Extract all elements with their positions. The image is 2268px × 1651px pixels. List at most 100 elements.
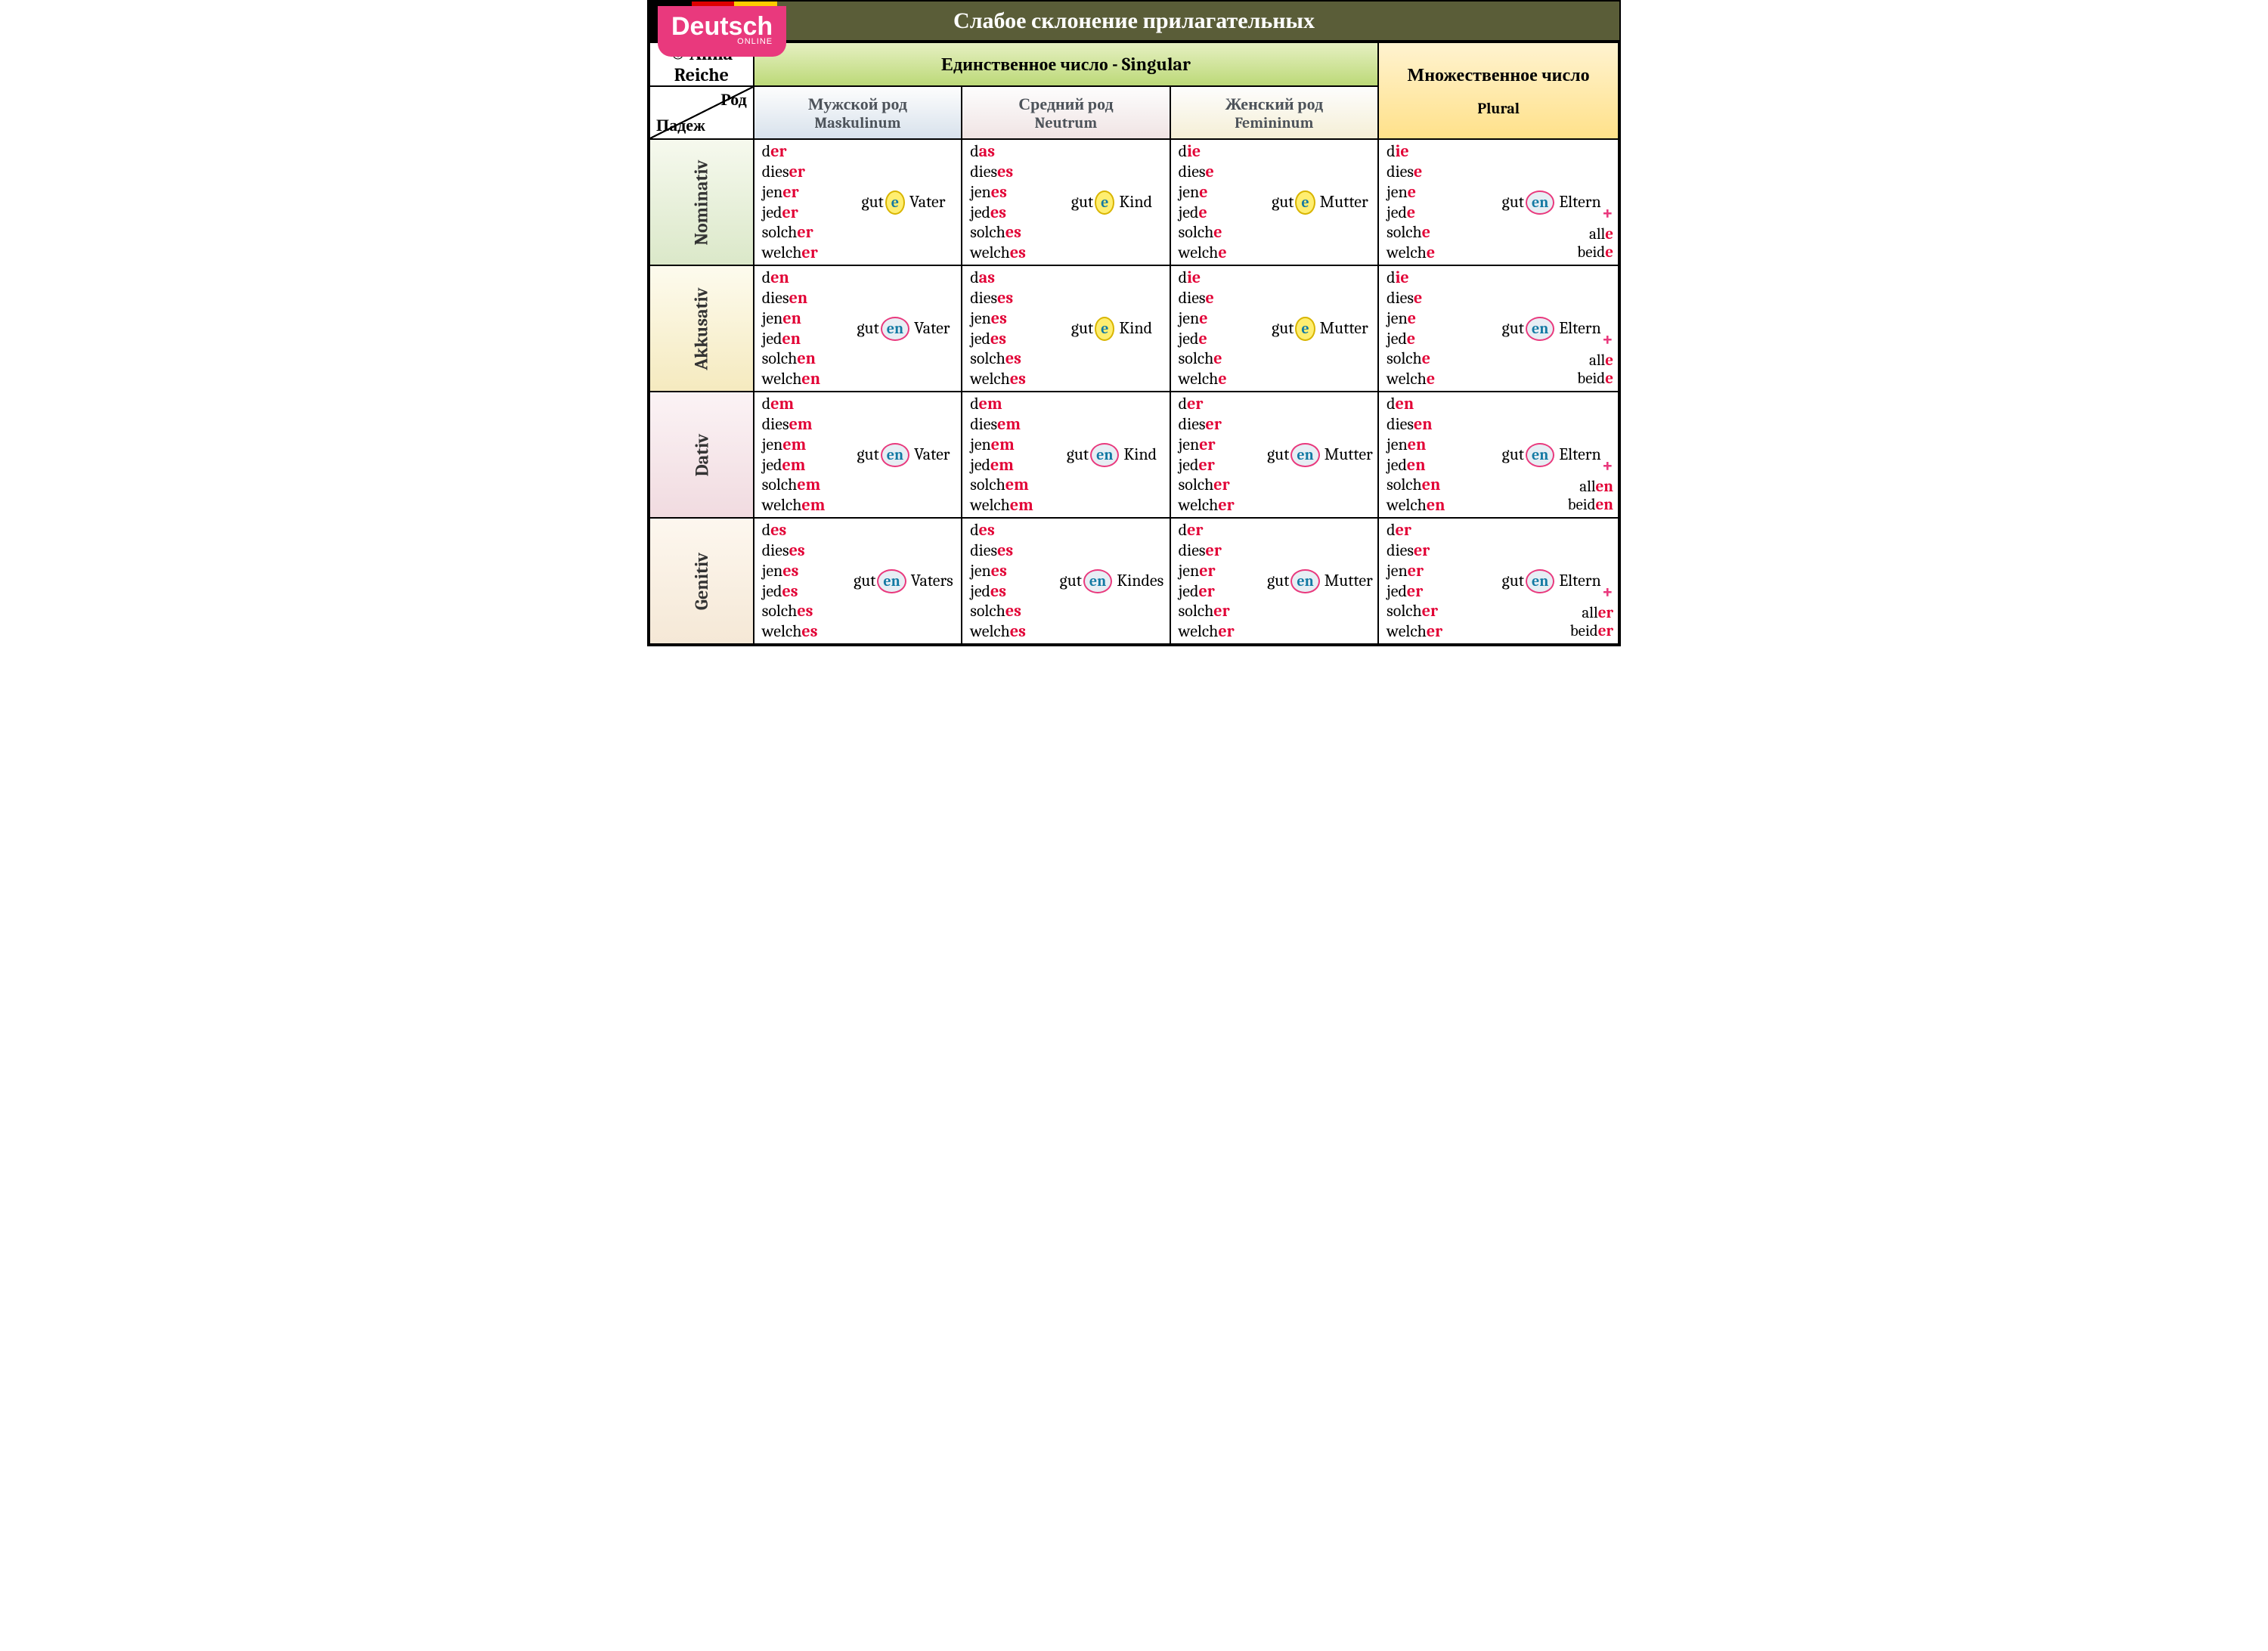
adjective-phrase: guteMutter: [1267, 317, 1373, 341]
plus-block: +allerbeider: [1570, 581, 1613, 640]
determiner: den: [762, 268, 850, 288]
determiner: solcher: [1179, 601, 1267, 621]
determiner: jeder: [762, 203, 850, 223]
declension-table: © Anna Reiche Единственное число - Singu…: [649, 42, 1619, 645]
determiner: jenes: [970, 561, 1058, 581]
determiner: dieser: [762, 162, 850, 182]
page-title: Слабое склонение прилагательных: [953, 8, 1315, 34]
determiner: welchem: [970, 495, 1058, 516]
ending-bubble: en: [1526, 317, 1554, 341]
determiner: dieser: [1387, 541, 1489, 561]
adjective-phrase: guteMutter: [1267, 190, 1373, 215]
determiner: solche: [1179, 348, 1267, 369]
determiner: welches: [970, 369, 1058, 389]
determiner-list: demdiesemjenemjedemsolchemwelchem: [762, 394, 850, 516]
determiner: welche: [1179, 243, 1267, 263]
determiner: jedes: [970, 329, 1058, 349]
determiner-list: demdiesemjenemjedemsolchemwelchem: [970, 394, 1058, 516]
determiner: die: [1387, 141, 1489, 162]
determiner-list: derdieserjenerjedersolcherwelcher: [1179, 520, 1267, 642]
determiner-list: derdieserjenerjedersolcherwelcher: [762, 141, 850, 263]
ending-bubble: en: [1290, 569, 1319, 593]
determiner: jenen: [1387, 435, 1489, 455]
determiner: welches: [970, 243, 1058, 263]
determiner-list: dasdiesesjenesjedessolcheswelches: [970, 141, 1058, 263]
plus-icon: +: [1577, 329, 1613, 352]
determiner: dieser: [1179, 414, 1267, 435]
determiner: diese: [1179, 288, 1267, 308]
ending-bubble: en: [877, 569, 906, 593]
determiner: diese: [1387, 288, 1489, 308]
adjective-phrase: gutenVater: [850, 443, 956, 467]
determiner: jede: [1387, 329, 1489, 349]
plural-header: Множественное число Plural: [1378, 42, 1619, 139]
determiner: solches: [970, 601, 1058, 621]
header-fem: Женский род Femininum: [1170, 86, 1378, 139]
determiner: die: [1179, 268, 1267, 288]
determiner-list: diediesejenejedesolchewelche: [1387, 268, 1489, 389]
cell-dat-neut: demdiesemjenemjedemsolchemwelchemgutenKi…: [962, 392, 1170, 518]
determiner: den: [1387, 394, 1489, 414]
adjective-phrase: gutenVater: [850, 317, 956, 341]
determiner-list: dendiesenjenenjedensolchenwelchen: [762, 268, 850, 389]
cell-akk-plur: diediesejenejedesolchewelchegutenEltern+…: [1378, 265, 1619, 392]
plus-block: +allebeide: [1577, 203, 1613, 262]
determiner: jedem: [970, 455, 1058, 475]
cell-dat-masc: demdiesemjenemjedemsolchemwelchemgutenVa…: [754, 392, 962, 518]
determiner-list: desdiesesjenesjedessolcheswelches: [970, 520, 1058, 642]
cell-dat-fem: derdieserjenerjedersolcherwelchergutenMu…: [1170, 392, 1378, 518]
cell-nom-masc: derdieserjenerjedersolcherwelcherguteVat…: [754, 139, 962, 265]
ending-bubble: en: [1290, 443, 1319, 467]
determiner: jener: [762, 182, 850, 203]
determiner: solcher: [1387, 601, 1489, 621]
adjective-phrase: gutenMutter: [1267, 443, 1373, 467]
determiner: jener: [1387, 561, 1489, 581]
extra-determiner: beider: [1570, 622, 1613, 640]
determiner: solchem: [762, 475, 850, 495]
determiner: welches: [762, 621, 850, 642]
adjective-phrase: gutenKind: [1058, 443, 1164, 467]
adjective-phrase: gutenMutter: [1267, 569, 1373, 593]
cell-akk-masc: dendiesenjenenjedensolchenwelchengutenVa…: [754, 265, 962, 392]
determiner-list: diediesejenejedesolchewelche: [1179, 268, 1267, 389]
determiner: jenes: [762, 561, 850, 581]
determiner: diese: [1179, 162, 1267, 182]
determiner: diesem: [762, 414, 850, 435]
determiner: das: [970, 141, 1058, 162]
determiner: jeden: [762, 329, 850, 349]
row-dat: Dativdemdiesemjenemjedemsolchemwelchemgu…: [649, 392, 1619, 518]
determiner: jene: [1387, 308, 1489, 329]
header-masc: Мужской род Maskulinum: [754, 86, 962, 139]
determiner: dieses: [762, 541, 850, 561]
determiner: jene: [1179, 182, 1267, 203]
determiner: jede: [1179, 329, 1267, 349]
determiner: dieses: [970, 288, 1058, 308]
determiner: jenen: [762, 308, 850, 329]
extra-determiner: allen: [1568, 478, 1613, 496]
ending-bubble: en: [1090, 443, 1119, 467]
determiner: jeden: [1387, 455, 1489, 475]
page: Deutsch ONLINE Слабое склонение прилагат…: [647, 0, 1621, 646]
determiner: welchem: [762, 495, 850, 516]
determiner: jedem: [762, 455, 850, 475]
determiner: solches: [970, 222, 1058, 243]
extra-determiner: aller: [1570, 604, 1613, 622]
ending-bubble: e: [1295, 190, 1315, 215]
determiner: dem: [762, 394, 850, 414]
extra-determiner: beide: [1577, 243, 1613, 262]
cell-akk-fem: diediesejenejedesolchewelcheguteMutter: [1170, 265, 1378, 392]
determiner: jedes: [970, 203, 1058, 223]
determiner: welcher: [762, 243, 850, 263]
determiner-list: dasdiesesjenesjedessolcheswelches: [970, 268, 1058, 389]
determiner: solchen: [762, 348, 850, 369]
determiner: welche: [1387, 369, 1489, 389]
cell-gen-plur: derdieserjenerjedersolcherwelchergutenEl…: [1378, 518, 1619, 644]
ending-bubble: en: [881, 443, 909, 467]
determiner: solches: [970, 348, 1058, 369]
determiner: dieses: [970, 541, 1058, 561]
case-label-akk: Akkusativ: [649, 265, 754, 392]
determiner: jener: [1179, 561, 1267, 581]
determiner: jenem: [762, 435, 850, 455]
plus-icon: +: [1570, 581, 1613, 604]
determiner: welche: [1387, 243, 1489, 263]
